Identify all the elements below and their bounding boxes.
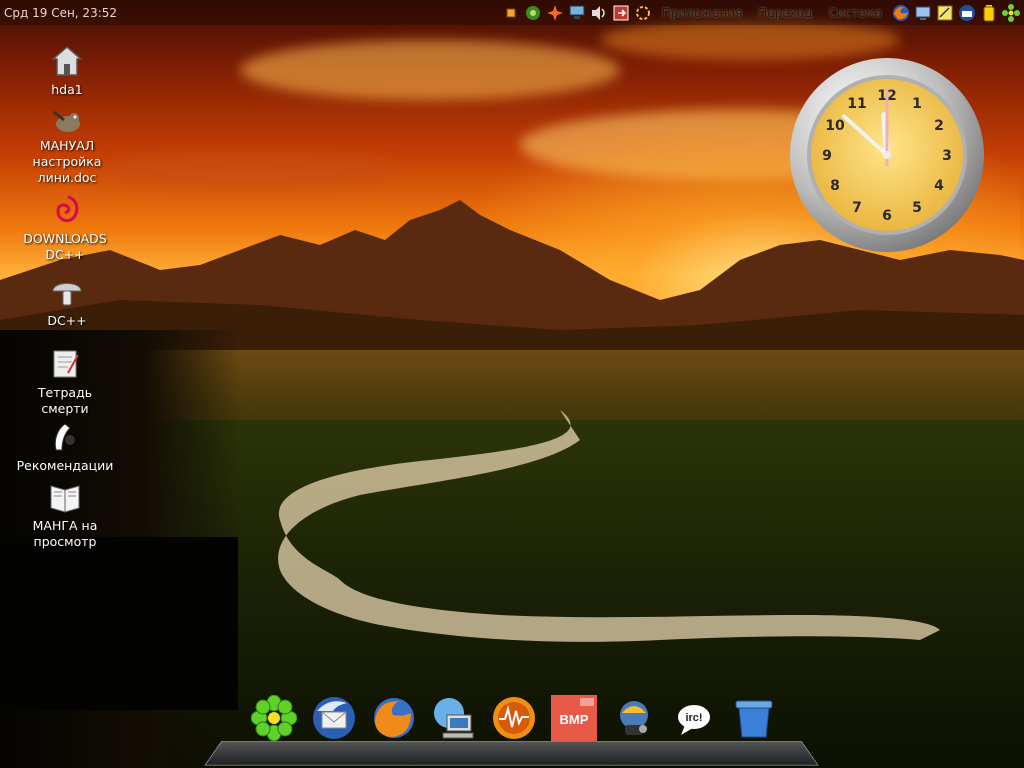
clock-number: 8 (830, 178, 840, 194)
dark-overlay (0, 537, 238, 710)
dock-audio-player[interactable] (490, 694, 538, 742)
desktop-icon-label: МАНУАЛ настройка лини.doc (32, 138, 102, 185)
screen-icon[interactable] (914, 4, 932, 22)
icq-icon (251, 695, 297, 741)
desktop-icon-label: hda1 (51, 82, 83, 97)
desktop-icon-manual[interactable]: МАНУАЛ настройка лини.doc (17, 104, 117, 186)
clock-number: 7 (852, 200, 862, 216)
clock-number: 11 (847, 96, 866, 112)
desktop-icon-label: DC++ (47, 313, 87, 328)
thunderbird-icon (313, 697, 355, 739)
network-browser-icon (434, 698, 474, 739)
panel-clock[interactable]: Срд 19 Сен, 23:52 (4, 6, 117, 20)
clock-number: 6 (882, 208, 892, 224)
icq-icon[interactable] (1002, 3, 1020, 22)
thunderbird-icon[interactable] (958, 4, 976, 22)
star-burst-icon[interactable] (546, 4, 564, 22)
desktop-icon-manga[interactable]: МАНГА на просмотр (15, 480, 115, 550)
clock-number: 1 (912, 96, 922, 112)
clock-number: 3 (942, 148, 952, 164)
clock-number: 4 (934, 178, 944, 194)
top-panel: Срд 19 Сен, 23:52 Приложения Переход Сис… (0, 0, 1024, 25)
notebook-icon (53, 350, 79, 378)
menu-system[interactable]: Система (822, 6, 888, 20)
dock-shelf (204, 741, 819, 766)
desktop-icon-label: Тетрадь смерти (37, 385, 93, 416)
dock: BMP irc! (250, 692, 778, 742)
network-flower-icon[interactable] (524, 4, 542, 22)
desktop-icon-hda1[interactable]: hda1 (17, 44, 117, 98)
notes-icon[interactable] (936, 4, 954, 22)
desktop-icon-dcpp[interactable]: DC++ (17, 275, 117, 329)
clock-number: 9 (822, 148, 832, 164)
panel-right: Приложения Переход Система (502, 3, 1020, 22)
manga-book-icon (50, 485, 80, 513)
recommend-icon (54, 423, 75, 451)
clock-center (883, 151, 891, 159)
firefox-icon (374, 698, 414, 738)
dock-firefox[interactable] (370, 694, 418, 742)
desktop-icon-label: Рекомендации (16, 458, 114, 473)
dock-bmp[interactable]: BMP (550, 694, 598, 742)
jabber-icon (620, 701, 648, 735)
volume-icon[interactable] (590, 4, 608, 22)
clock-number: 10 (825, 118, 845, 134)
firefox-icon[interactable] (892, 4, 910, 22)
dock-network-browser[interactable] (430, 694, 478, 742)
home-drive-icon (50, 46, 84, 76)
menu-places[interactable]: Переход (752, 6, 818, 20)
desktop-icon-notebook[interactable]: Тетрадь смерти (15, 347, 115, 417)
audio-player-icon (493, 697, 535, 739)
gimp-icon (53, 110, 80, 132)
analog-clock-widget[interactable]: 121234567891011 (789, 57, 985, 253)
clock-number: 5 (912, 200, 922, 216)
dock-thunderbird[interactable] (310, 694, 358, 742)
dock-jabber[interactable] (610, 694, 658, 742)
irc-label: irc! (685, 712, 702, 724)
menu-applications[interactable]: Приложения (656, 6, 749, 20)
bmp-label: BMP (560, 712, 589, 727)
dock-icq[interactable] (250, 694, 298, 742)
irc-icon: irc! (678, 705, 710, 735)
notification-icon[interactable] (502, 4, 520, 22)
logout-icon[interactable] (612, 4, 630, 22)
dock-irc[interactable]: irc! (670, 694, 718, 742)
trash-icon (735, 700, 773, 738)
clock-number: 2 (934, 118, 944, 134)
battery-icon[interactable] (980, 4, 998, 22)
network-icon[interactable] (568, 4, 586, 22)
desktop-icon-label: МАНГА на просмотр (32, 518, 98, 549)
update-icon[interactable] (634, 4, 652, 22)
desktop-icon-recommend[interactable]: Рекомендации (15, 420, 115, 474)
desktop-icon-label: DOWNLOADS DC++ (23, 231, 107, 262)
debian-swirl-icon (56, 195, 79, 223)
bmp-icon: BMP (551, 695, 597, 741)
dock-trash[interactable] (730, 694, 778, 742)
mushroom-icon (52, 283, 82, 306)
desktop-icon-downloads[interactable]: DOWNLOADS DC++ (15, 193, 115, 263)
